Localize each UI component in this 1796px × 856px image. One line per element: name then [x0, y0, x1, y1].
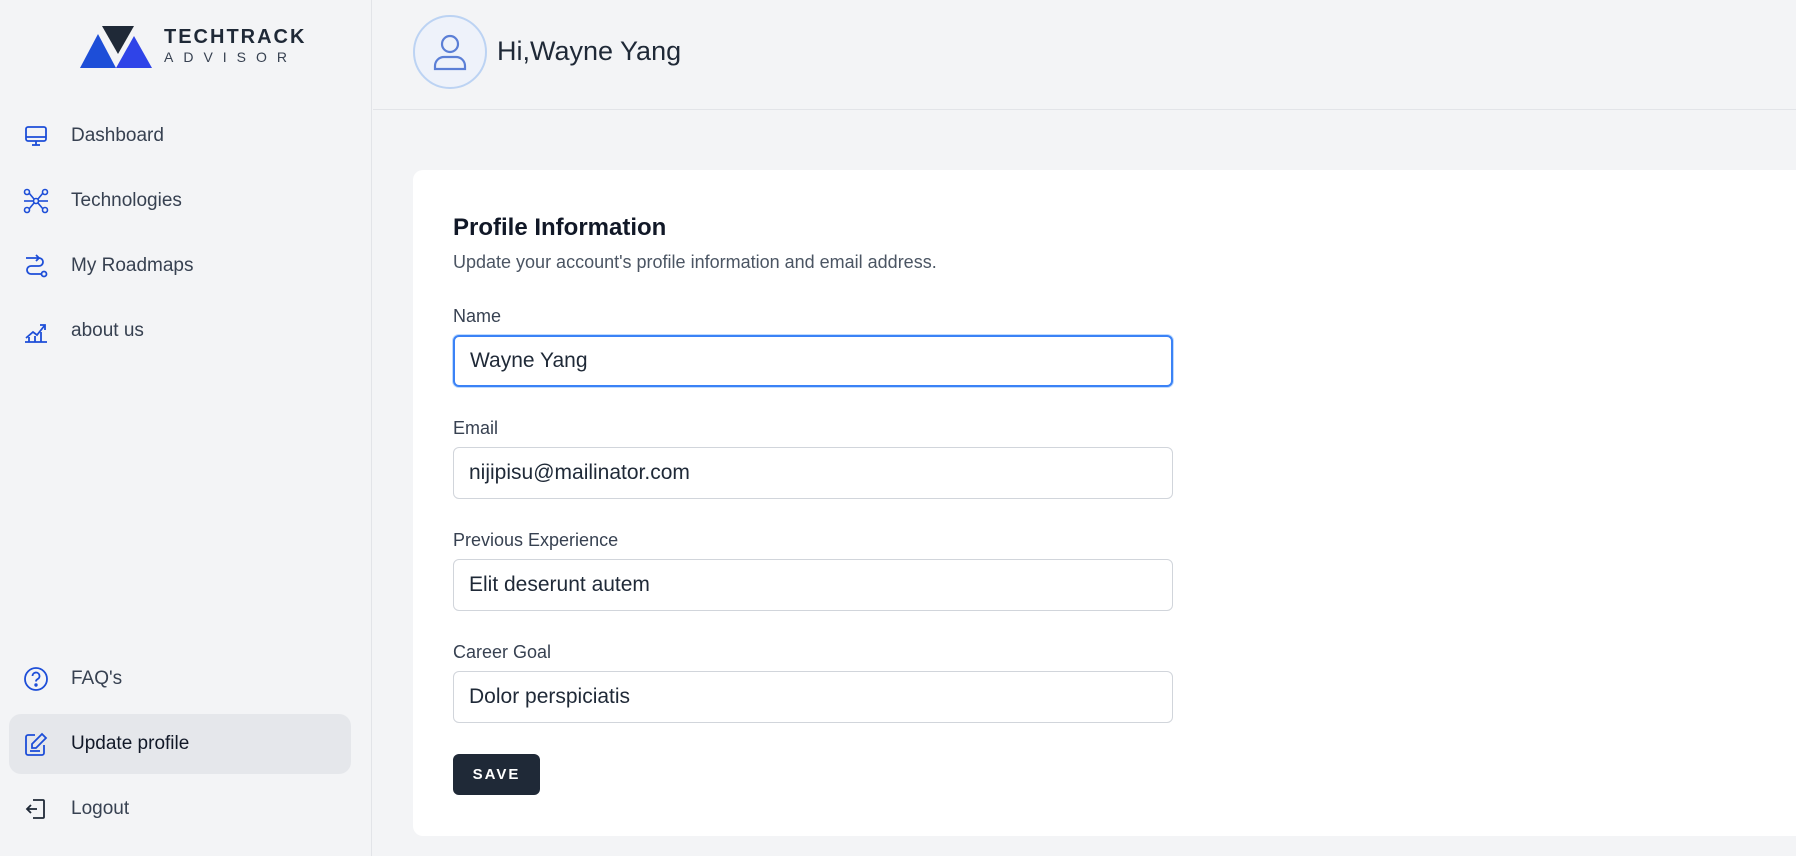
- career-goal-field[interactable]: [453, 671, 1173, 723]
- sidebar-item-label: Technologies: [71, 190, 182, 211]
- logo[interactable]: TECHTRACK ADVISOR: [80, 24, 306, 68]
- page-subtitle: Update your account's profile informatio…: [453, 252, 937, 272]
- experience-field[interactable]: [453, 559, 1173, 611]
- logo-tagline: ADVISOR: [164, 49, 298, 65]
- email-field[interactable]: [453, 447, 1173, 499]
- greeting: Hi,Wayne Yang: [497, 36, 682, 66]
- career-goal-label: Career Goal: [453, 642, 552, 662]
- sidebar-item-label: about us: [71, 320, 144, 341]
- avatar[interactable]: [413, 15, 487, 89]
- logo-mark-icon: [80, 26, 152, 68]
- top-header: Hi,Wayne Yang: [373, 0, 1796, 110]
- profile-card: Profile Information Update your account'…: [413, 170, 1796, 836]
- logo-name: TECHTRACK: [164, 26, 307, 48]
- sidebar-item-label: Dashboard: [71, 125, 164, 146]
- name-field[interactable]: [453, 335, 1173, 387]
- sidebar-item-dashboard[interactable]: Dashboard: [9, 106, 351, 166]
- sidebar-item-label: Update profile: [71, 733, 190, 754]
- sidebar-item-my-roadmaps[interactable]: My Roadmaps: [9, 236, 351, 296]
- network-icon: [23, 188, 49, 214]
- sidebar-item-label: Logout: [71, 798, 130, 819]
- sidebar-item-faqs[interactable]: FAQ's: [9, 649, 351, 709]
- sidebar-item-update-profile[interactable]: Update profile: [9, 714, 351, 774]
- save-button[interactable]: SAVE: [453, 754, 540, 795]
- sidebar-item-technologies[interactable]: Technologies: [9, 171, 351, 231]
- user-icon: [433, 34, 467, 71]
- question-circle-icon: [23, 666, 49, 692]
- route-icon: [23, 253, 49, 279]
- name-label: Name: [453, 306, 502, 326]
- sidebar: TECHTRACK ADVISOR Dashboard Technologies…: [0, 0, 372, 856]
- monitor-icon: [23, 123, 49, 149]
- experience-label: Previous Experience: [453, 530, 619, 550]
- email-label: Email: [453, 418, 499, 438]
- sidebar-item-label: My Roadmaps: [71, 255, 194, 276]
- sidebar-item-logout[interactable]: Logout: [9, 779, 351, 839]
- sidebar-item-label: FAQ's: [71, 668, 123, 689]
- chart-icon: [23, 318, 49, 344]
- logout-icon: [23, 796, 49, 822]
- edit-icon: [23, 731, 49, 757]
- page-title: Profile Information: [453, 214, 667, 241]
- sidebar-item-about-us[interactable]: about us: [9, 301, 351, 361]
